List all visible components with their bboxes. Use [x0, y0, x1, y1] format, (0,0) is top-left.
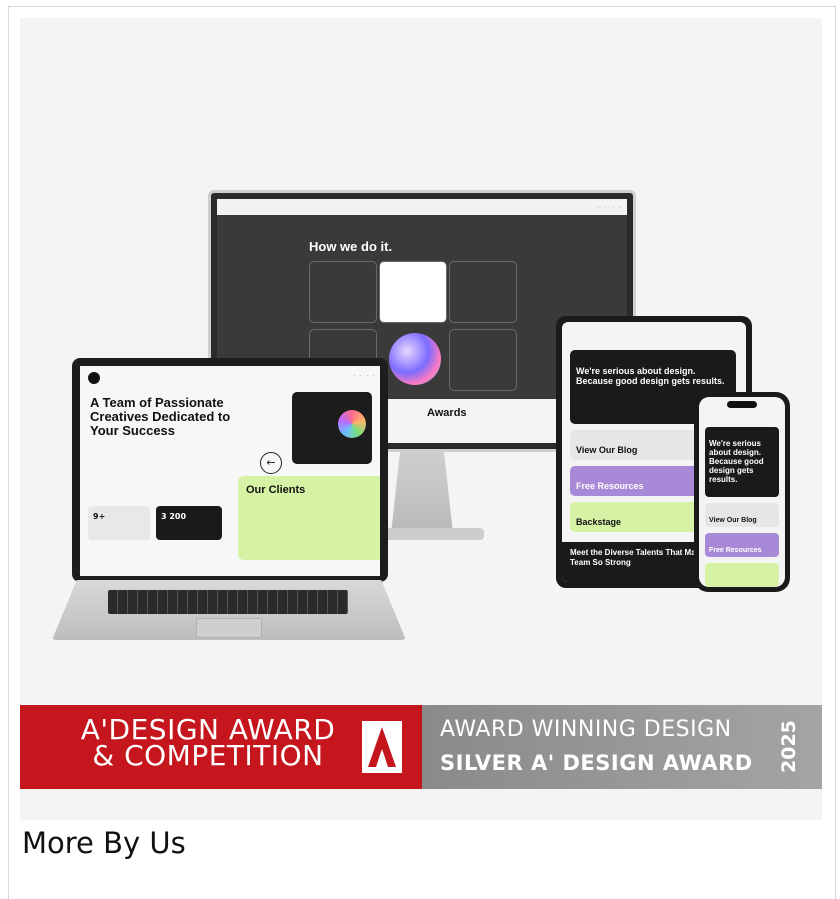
- monitor-stand: [391, 452, 453, 532]
- gradient-orb: [389, 333, 441, 385]
- desktop-nav: · · · ·: [217, 199, 627, 215]
- project-image[interactable]: · · · · How we do it. Awards · · · · A Team of…: [20, 18, 822, 820]
- process-card: [309, 261, 377, 323]
- laptop-keyboard: [108, 590, 348, 614]
- award-winning-label: AWARD WINNING DESIGN: [440, 717, 732, 742]
- a-design-logo-icon: [362, 721, 402, 773]
- stat-card: 3 200: [156, 506, 222, 540]
- stat-value: 3 200: [161, 512, 187, 521]
- phone-row-label: Free Resources: [709, 547, 762, 554]
- arrow-left-icon: ←: [260, 452, 282, 474]
- more-by-us-heading: More By Us: [22, 826, 186, 860]
- tablet-row-label: View Our Blog: [576, 445, 638, 455]
- tablet-dark-title: We're serious about design. Because good…: [576, 366, 725, 386]
- award-banner-gray: AWARD WINNING DESIGN SILVER A' DESIGN AW…: [422, 705, 822, 789]
- phone-row: [705, 563, 779, 587]
- phone-notch: [727, 401, 757, 408]
- process-card: [379, 261, 447, 323]
- site-logo: [88, 372, 100, 384]
- laptop-screen: · · · · A Team of Passionate Creatives Dedi…: [80, 366, 380, 576]
- award-banner[interactable]: A'DESIGN AWARD & COMPETITION AWARD WINNI…: [20, 705, 822, 789]
- phone-screen: We're serious about design. Because good…: [699, 397, 785, 587]
- clients-card: Our Clients: [238, 476, 380, 560]
- phone-row: Free Resources: [705, 533, 779, 557]
- desktop-heading: How we do it.: [309, 239, 393, 254]
- process-card: [449, 329, 517, 391]
- award-competition-label: A'DESIGN AWARD & COMPETITION: [80, 713, 336, 772]
- clients-title: Our Clients: [246, 484, 306, 496]
- phone-row-label: View Our Blog: [709, 517, 757, 524]
- laptop-nav: · · · ·: [353, 372, 374, 378]
- laptop-dark-card: [292, 392, 372, 464]
- process-card: [449, 261, 517, 323]
- phone: We're serious about design. Because good…: [694, 392, 790, 592]
- desktop-awards-label: Awards: [427, 407, 467, 419]
- laptop: · · · · A Team of Passionate Creatives Dedi…: [72, 358, 388, 582]
- color-wheel: [338, 410, 366, 438]
- phone-dark-title: We're serious about design. Because good…: [709, 439, 764, 484]
- tablet-row-label: Backstage: [576, 517, 622, 527]
- laptop-hero-title: A Team of Passionate Creatives Dedicated…: [90, 395, 231, 438]
- phone-dark-card: We're serious about design. Because good…: [705, 427, 779, 497]
- award-banner-red: A'DESIGN AWARD & COMPETITION: [20, 705, 422, 789]
- laptop-trackpad: [196, 618, 262, 638]
- stat-card: 9+: [88, 506, 150, 540]
- phone-row: View Our Blog: [705, 503, 779, 527]
- tablet-row-label: Free Resources: [576, 481, 644, 491]
- award-level-label: SILVER A' DESIGN AWARD: [440, 751, 753, 775]
- award-year: 2025: [778, 720, 800, 774]
- stat-value: 9+: [93, 512, 106, 521]
